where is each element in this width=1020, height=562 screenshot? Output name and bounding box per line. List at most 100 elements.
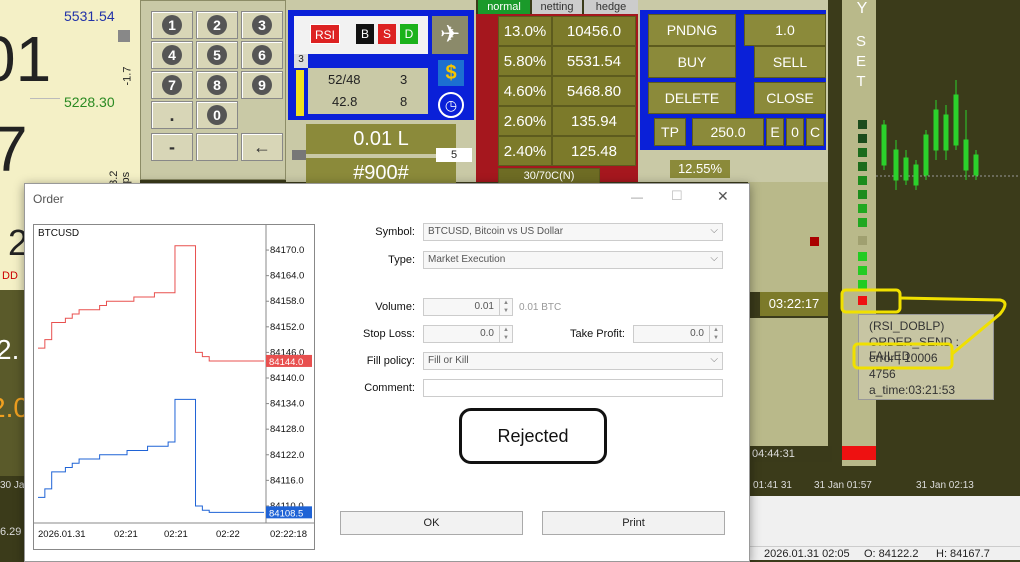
y-tick-label: 84158.0	[270, 296, 304, 307]
backspace-key[interactable]: ←	[241, 133, 283, 161]
buy-button[interactable]: BUY	[648, 46, 736, 78]
status-open: O: 84122.2	[864, 548, 919, 560]
axis-label-2: 31 Jan 01:57	[814, 480, 872, 491]
bottom-time: 04:44:31	[752, 446, 832, 462]
ratio-value: 52/48	[328, 72, 361, 87]
status-high: H: 84167.7	[936, 548, 990, 560]
s-button[interactable]: S	[378, 24, 396, 44]
grid-pct-3: 2.60%	[498, 106, 552, 136]
red-square	[810, 237, 819, 246]
grid-pct-0: 13.0%	[498, 16, 552, 46]
grid-val-1: 5531.54	[552, 46, 636, 76]
screen-icon[interactable]	[292, 150, 306, 160]
led-11	[858, 266, 867, 275]
airplane-icon[interactable]: ✈	[432, 16, 468, 54]
key-dot[interactable]: .	[151, 101, 193, 129]
ratio-box: 52/48 3 42.8 8	[308, 68, 428, 114]
key-minus[interactable]: -	[151, 133, 193, 161]
key-2[interactable]: 2	[196, 11, 238, 39]
session-time: 03:22:17	[760, 292, 828, 316]
small-three: 3	[294, 54, 308, 68]
x-tick-label: 2026.01.31	[38, 529, 86, 540]
tab-normal[interactable]: normal	[478, 0, 530, 14]
c-button[interactable]: C	[806, 118, 824, 146]
tab-hedge[interactable]: hedge	[584, 0, 638, 14]
x-tick-label: 02:22:18	[270, 529, 307, 540]
highlight-annotation	[840, 288, 1007, 370]
clock-icon[interactable]: ◷	[438, 92, 464, 118]
volume-spinner[interactable]: ▲ ▼	[499, 299, 512, 315]
pending-button[interactable]: PNDNG	[648, 14, 736, 46]
led-1	[858, 120, 867, 129]
close-button[interactable]: CLOSE	[754, 82, 826, 114]
take-profit-input[interactable]: 0.0 ▲ ▼	[633, 325, 723, 343]
price-top: 5531.54	[64, 8, 115, 24]
set-button[interactable]: S E T	[854, 32, 868, 96]
close-icon[interactable]: ✕	[717, 188, 729, 205]
axis-label-1: 31 Jan 01:41	[752, 480, 792, 491]
divider	[30, 98, 60, 99]
key-0[interactable]: 0	[196, 101, 238, 129]
pending-value[interactable]: 1.0	[744, 14, 826, 46]
y-button[interactable]: Y	[852, 0, 872, 30]
series-line-0	[38, 245, 264, 362]
big-digit-2: 7	[0, 113, 28, 185]
tick-chart-svg: BTCUSD84170.084164.084158.084152.084146.…	[34, 225, 314, 540]
tab-netting[interactable]: netting	[532, 0, 582, 14]
led-9	[858, 236, 867, 245]
bid-price-label: 84108.5	[269, 508, 303, 519]
key-3[interactable]: 3	[241, 11, 283, 39]
dd-label: DD	[2, 270, 18, 282]
lower-strip	[748, 318, 828, 446]
symbol-select[interactable]: BTCUSD, Bitcoin vs US Dollar ⌵	[423, 223, 723, 241]
led-3	[858, 148, 867, 157]
take-profit-value: 0.0	[690, 328, 704, 339]
d-button[interactable]: D	[400, 24, 418, 44]
tp-button[interactable]: TP	[654, 118, 686, 146]
volume-input[interactable]: 0.01 ▲ ▼	[423, 298, 513, 316]
tick-chart: BTCUSD 84170.0 84164.0 84158.0 84152.0 84146.…	[33, 224, 315, 550]
dollar-icon[interactable]: $	[438, 60, 464, 86]
key-7[interactable]: 7	[151, 71, 193, 99]
dialog-titlebar: Order — ☐ ✕	[25, 184, 747, 212]
ok-button[interactable]: OK	[340, 511, 523, 535]
stop-loss-input[interactable]: 0.0 ▲ ▼	[423, 325, 513, 343]
print-button[interactable]: Print	[542, 511, 725, 535]
key-8[interactable]: 8	[196, 71, 238, 99]
background-chart	[876, 0, 1020, 476]
comment-input[interactable]	[423, 379, 723, 397]
key-5[interactable]: 5	[196, 41, 238, 69]
rejected-message: Rejected	[459, 408, 607, 464]
e-button[interactable]: E	[766, 118, 784, 146]
maximize-button[interactable]: ☐	[671, 188, 683, 204]
led-10	[858, 252, 867, 261]
b-button[interactable]: B	[356, 24, 374, 44]
grid-val-4: 125.48	[552, 136, 636, 166]
led-2	[858, 134, 867, 143]
lot-size[interactable]: 0.01 L	[306, 124, 456, 154]
zero-button[interactable]: 0	[786, 118, 804, 146]
take-profit-label: Take Profit:	[569, 328, 625, 340]
trade-blue-box: PNDNG 1.0 BUY SELL DELETE CLOSE TP 250.0…	[640, 10, 826, 150]
stop-loss-spinner[interactable]: ▲ ▼	[499, 326, 512, 342]
status-bar: 2026.01.31 02:05 O: 84122.2 H: 84167.7	[748, 546, 1020, 560]
red-bar	[842, 446, 876, 460]
key-6[interactable]: 6	[241, 41, 283, 69]
tp-value[interactable]: 250.0	[692, 118, 764, 146]
sell-button[interactable]: SELL	[754, 46, 826, 78]
key-1[interactable]: 1	[151, 11, 193, 39]
take-profit-spinner[interactable]: ▲ ▼	[709, 326, 722, 342]
chevron-down-icon: ⌵	[710, 225, 718, 236]
toggle-square[interactable]	[118, 30, 130, 42]
rsi-button[interactable]: RSI	[310, 24, 340, 44]
key-4[interactable]: 4	[151, 41, 193, 69]
delete-button[interactable]: DELETE	[648, 82, 736, 114]
ratio-bottom: 30/70C(N)	[498, 168, 600, 184]
fill-policy-select[interactable]: Fill or Kill ⌵	[423, 352, 723, 370]
key-blank[interactable]	[196, 133, 238, 161]
minimize-button[interactable]: —	[631, 190, 643, 204]
fill-policy-value: Fill or Kill	[428, 355, 469, 366]
rejected-text: Rejected	[497, 425, 569, 446]
type-select[interactable]: Market Execution ⌵	[423, 251, 723, 269]
key-9[interactable]: 9	[241, 71, 283, 99]
